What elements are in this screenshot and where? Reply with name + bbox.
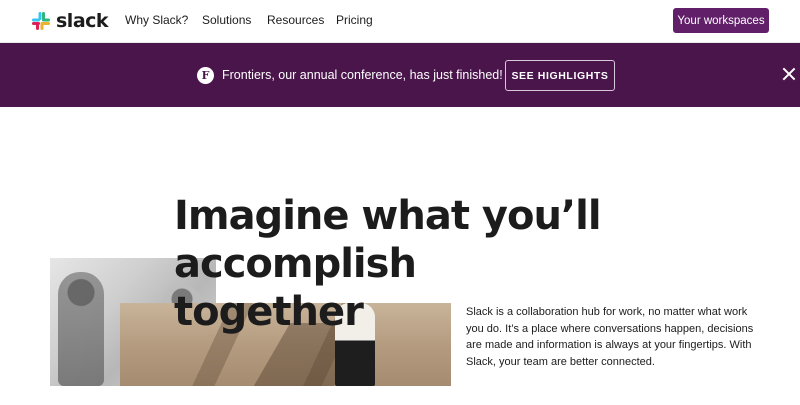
nav-link-pricing[interactable]: Pricing	[336, 13, 373, 27]
photo-person-woman	[58, 272, 104, 386]
nav-link-resources[interactable]: Resources	[267, 13, 324, 27]
nav-link-solutions[interactable]: Solutions	[202, 13, 251, 27]
nav-link-why-slack[interactable]: Why Slack?	[125, 13, 188, 27]
your-workspaces-button[interactable]: Your workspaces	[673, 8, 769, 33]
banner-message: Frontiers, our annual conference, has ju…	[222, 68, 503, 82]
hero-description: Slack is a collaboration hub for work, n…	[466, 306, 754, 368]
slack-logo[interactable]: slack	[32, 9, 109, 33]
top-navigation: slack Why Slack? Solutions Resources Pri…	[0, 0, 800, 43]
slack-wordmark: slack	[56, 10, 109, 32]
see-highlights-button[interactable]: SEE HIGHLIGHTS	[505, 60, 615, 91]
announcement-banner: F Frontiers, our annual conference, has …	[0, 43, 800, 107]
close-icon[interactable]	[780, 66, 798, 84]
frontiers-f-icon: F	[197, 67, 214, 84]
slack-logo-icon	[32, 12, 50, 30]
